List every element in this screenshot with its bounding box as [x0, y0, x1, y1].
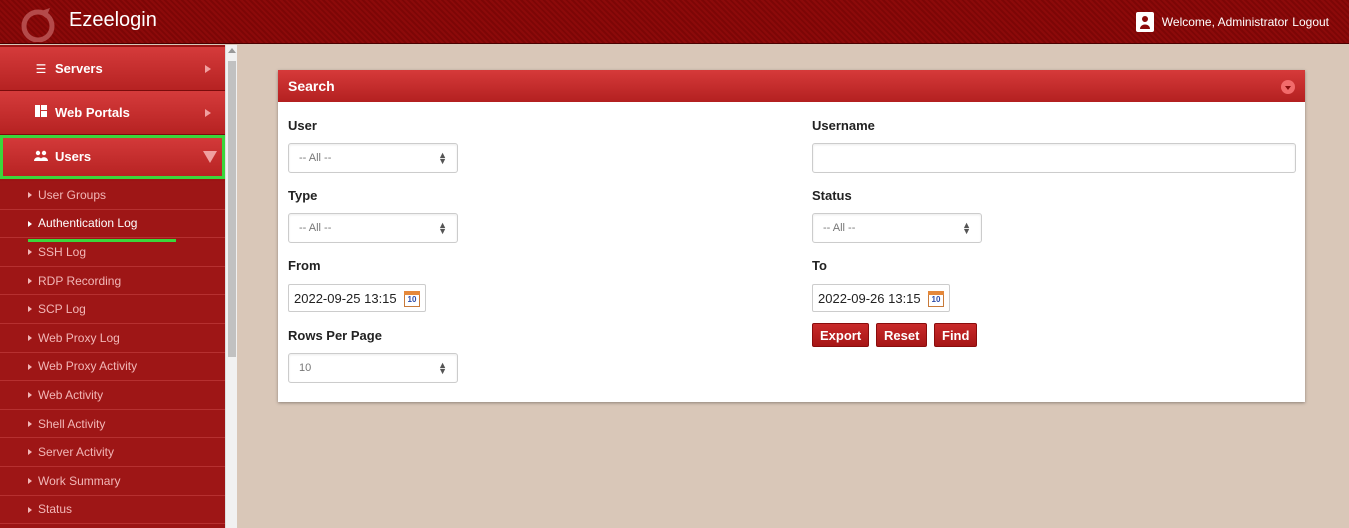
username-label: Username [812, 118, 875, 133]
submenu-item-web-activity[interactable]: Web Activity [0, 381, 225, 410]
find-button[interactable]: Find [934, 323, 978, 347]
to-date-value: 2022-09-26 13:15 [818, 291, 921, 306]
from-label: From [288, 258, 321, 273]
export-button[interactable]: Export [812, 323, 870, 347]
users-submenu: User Groups Authentication Log SSH Log R… [0, 181, 225, 525]
selection-underline [28, 239, 176, 242]
rows-per-page-value: 10 [299, 362, 312, 374]
user-label: User [288, 118, 317, 133]
updown-icon: ▲ ▼ [438, 220, 447, 236]
user-select[interactable]: -- All -- ▲ ▼ [288, 143, 458, 173]
chevron-right-icon [205, 109, 211, 117]
sidebar-item-web-portals[interactable]: Web Portals [0, 91, 225, 135]
to-date-input[interactable]: 2022-09-26 13:15 10 [812, 284, 950, 312]
logout-link[interactable]: Logout [1292, 15, 1329, 29]
search-panel: Search User -- All -- ▲ ▼ Username Type -… [278, 70, 1305, 402]
panel-title: Search [288, 78, 335, 94]
type-select[interactable]: -- All -- ▲ ▼ [288, 213, 458, 243]
calendar-icon[interactable]: 10 [404, 291, 420, 307]
dashboard-icon [33, 105, 49, 120]
sidebar: ☰ Servers Web Portals Users User Groups … [0, 45, 225, 528]
reset-button[interactable]: Reset [876, 323, 928, 347]
type-label: Type [288, 188, 318, 203]
username-input[interactable] [812, 143, 1296, 173]
users-icon [33, 150, 49, 164]
sidebar-item-users[interactable]: Users [0, 135, 225, 179]
submenu-item-user-groups[interactable]: User Groups [0, 181, 225, 210]
status-select[interactable]: -- All -- ▲ ▼ [812, 213, 982, 243]
status-select-value: -- All -- [823, 222, 856, 234]
updown-icon: ▲ ▼ [438, 360, 447, 376]
scroll-up-icon[interactable] [228, 48, 236, 53]
submenu-item-work-summary[interactable]: Work Summary [0, 466, 225, 496]
status-label: Status [812, 188, 852, 203]
user-area: Welcome, Administrator Logout [1135, 12, 1329, 32]
sidebar-item-label: Users [55, 149, 92, 164]
collapse-icon[interactable] [1281, 80, 1295, 94]
chevron-down-icon [203, 151, 217, 163]
from-date-input[interactable]: 2022-09-25 13:15 10 [288, 284, 426, 312]
to-label: To [812, 258, 827, 273]
submenu-item-shell-activity[interactable]: Shell Activity [0, 409, 225, 439]
top-bar: Ezeelogin Welcome, Administrator Logout [0, 0, 1349, 44]
welcome-text: Welcome, Administrator [1161, 15, 1289, 29]
sidebar-item-label: Servers [55, 61, 103, 76]
search-panel-header: Search [278, 70, 1305, 102]
app-title: Ezeelogin [69, 9, 157, 31]
submenu-item-rdp-recording[interactable]: RDP Recording [0, 266, 225, 296]
submenu-item-web-proxy-log[interactable]: Web Proxy Log [0, 323, 225, 353]
sidebar-scrollbar[interactable] [225, 45, 237, 528]
user-select-value: -- All -- [299, 152, 332, 164]
updown-icon: ▲ ▼ [962, 220, 971, 236]
sidebar-item-servers[interactable]: ☰ Servers [0, 47, 225, 91]
type-select-value: -- All -- [299, 222, 332, 234]
submenu-item-status[interactable]: Status [0, 495, 225, 525]
rows-per-page-label: Rows Per Page [288, 328, 382, 343]
updown-icon: ▲ ▼ [438, 150, 447, 166]
sidebar-item-label: Web Portals [55, 105, 130, 120]
submenu-item-ssh-log[interactable]: SSH Log [0, 238, 225, 267]
calendar-icon[interactable]: 10 [928, 291, 944, 307]
submenu-item-server-activity[interactable]: Server Activity [0, 438, 225, 467]
user-avatar-icon [1135, 12, 1154, 32]
logo-icon [21, 8, 55, 42]
from-date-value: 2022-09-25 13:15 [294, 291, 397, 306]
submenu-item-authentication-log[interactable]: Authentication Log [0, 209, 225, 239]
submenu-item-web-proxy-activity[interactable]: Web Proxy Activity [0, 352, 225, 382]
chevron-right-icon [205, 65, 211, 73]
submenu-item-scp-log[interactable]: SCP Log [0, 295, 225, 324]
scroll-thumb[interactable] [228, 61, 236, 357]
rows-per-page-select[interactable]: 10 ▲ ▼ [288, 353, 458, 383]
list-icon: ☰ [35, 61, 47, 76]
